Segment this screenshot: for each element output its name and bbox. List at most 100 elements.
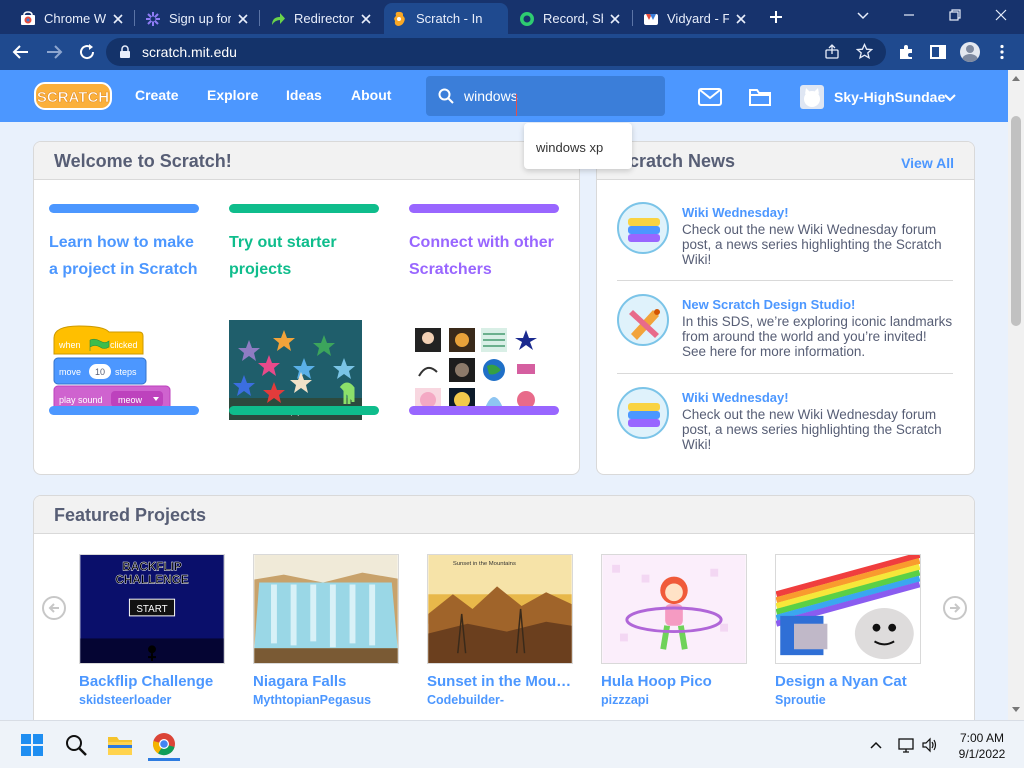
speaker-icon	[922, 737, 937, 753]
project-author[interactable]: MythtopianPegasus	[253, 693, 399, 707]
reload-button[interactable]	[75, 40, 99, 64]
project-author[interactable]: Codebuilder-	[427, 693, 573, 707]
forward-button[interactable]	[42, 40, 66, 64]
project-author[interactable]: skidsteerloader	[79, 693, 225, 707]
column-title[interactable]: Learn how to make a project in Scratch	[49, 229, 199, 283]
project-title[interactable]: Niagara Falls	[253, 673, 399, 690]
close-icon[interactable]	[235, 11, 251, 27]
column-title[interactable]: Try out starter projects	[229, 229, 379, 283]
scratch-logo[interactable]: SCRATCH	[34, 81, 112, 111]
minimize-button[interactable]	[886, 0, 932, 30]
project-title[interactable]: Hula Hoop Pico	[601, 673, 747, 690]
messages-icon[interactable]	[698, 86, 722, 108]
username[interactable]: Sky-HighSundae	[834, 89, 945, 105]
tab-chrome-web-store[interactable]: Chrome We	[12, 3, 134, 34]
news-item[interactable]: New Scratch Design Studio! In this SDS, …	[617, 292, 953, 382]
volume-button[interactable]	[918, 729, 942, 761]
project-thumbnail[interactable]: BACKFLIP CHALLENGE START	[79, 554, 225, 664]
taskbar-clock[interactable]: 7:00 AM 9/1/2022	[944, 730, 1020, 762]
arrow-left-icon	[48, 603, 59, 613]
column-bar	[409, 406, 559, 415]
chevron-up-icon	[870, 741, 882, 749]
start-button[interactable]	[16, 729, 48, 761]
project-card[interactable]: Niagara Falls MythtopianPegasus	[253, 554, 399, 707]
carousel-prev-button[interactable]	[42, 596, 66, 620]
scroll-down-arrow-icon[interactable]	[1012, 707, 1020, 712]
carousel-next-button[interactable]	[943, 596, 967, 620]
arrow-left-icon	[12, 45, 28, 59]
svg-text:START: START	[136, 604, 167, 615]
browser-toolbar: scratch.mit.edu	[0, 34, 1024, 70]
sea-creatures-illustration: Click the sea creatures to play the orch…	[229, 320, 362, 420]
tab-search-button[interactable]	[840, 0, 886, 30]
project-author[interactable]: pizzzapi	[601, 693, 747, 707]
news-item[interactable]: Wiki Wednesday! Check out the new Wiki W…	[617, 200, 953, 290]
taskbar-search-button[interactable]	[60, 729, 92, 761]
back-button[interactable]	[9, 40, 33, 64]
chrome-menu-button[interactable]	[990, 40, 1014, 64]
restore-button[interactable]	[932, 0, 978, 30]
file-explorer-button[interactable]	[104, 729, 136, 761]
tab-redirector[interactable]: Redirector	[262, 3, 382, 34]
scrollbar-thumb[interactable]	[1011, 116, 1021, 326]
project-thumbnail[interactable]	[253, 554, 399, 664]
chevron-down-icon[interactable]	[943, 90, 957, 104]
project-author[interactable]: Sproutie	[775, 693, 921, 707]
welcome-column-connect[interactable]: Connect with other Scratchers	[409, 204, 559, 415]
side-panel-button[interactable]	[926, 40, 950, 64]
close-icon[interactable]	[358, 11, 374, 27]
project-card[interactable]: Hula Hoop Pico pizzzapi	[601, 554, 747, 707]
extensions-button[interactable]	[894, 40, 918, 64]
welcome-column-tutorial[interactable]: Learn how to make a project in Scratch w…	[49, 204, 199, 415]
project-thumbnail[interactable]: Sunset in the Mountains	[427, 554, 573, 664]
svg-text:clicked: clicked	[110, 340, 138, 350]
tab-vidyard[interactable]: Vidyard - F	[635, 3, 757, 34]
tab-sign-up[interactable]: Sign up for	[137, 3, 259, 34]
tab-record[interactable]: Record, Sha	[511, 3, 631, 34]
news-item-title[interactable]: Wiki Wednesday!	[682, 390, 789, 405]
user-avatar[interactable]	[800, 85, 824, 109]
close-icon[interactable]	[110, 11, 126, 27]
star-icon[interactable]	[856, 43, 873, 60]
view-all-link[interactable]: View All	[901, 155, 954, 171]
nav-ideas-link[interactable]: Ideas	[286, 87, 322, 103]
share-icon[interactable]	[824, 44, 840, 60]
close-icon	[995, 9, 1007, 21]
close-icon[interactable]	[733, 11, 749, 27]
address-bar[interactable]: scratch.mit.edu	[106, 38, 886, 66]
search-suggestion[interactable]: windows xp	[524, 123, 632, 169]
scroll-up-arrow-icon[interactable]	[1012, 76, 1020, 81]
network-button[interactable]	[894, 729, 918, 761]
close-window-button[interactable]	[978, 0, 1024, 30]
search-input[interactable]	[464, 86, 654, 106]
my-stuff-folder-icon[interactable]	[748, 86, 772, 108]
nav-about-link[interactable]: About	[351, 87, 391, 103]
nav-explore-link[interactable]: Explore	[207, 87, 258, 103]
project-title[interactable]: Backflip Challenge	[79, 673, 225, 690]
project-card[interactable]: BACKFLIP CHALLENGE START Backflip Challe…	[79, 554, 225, 707]
column-title[interactable]: Connect with other Scratchers	[409, 229, 559, 283]
project-card[interactable]: Design a Nyan Cat Sproutie	[775, 552, 921, 707]
show-hidden-icons-button[interactable]	[864, 729, 888, 761]
project-thumbnail[interactable]	[601, 554, 747, 664]
news-item-title[interactable]: New Scratch Design Studio!	[682, 297, 855, 312]
tab-label: Redirector	[294, 11, 354, 26]
tab-label: Vidyard - F	[667, 11, 729, 26]
scratchers-avatars-illustration	[415, 328, 539, 412]
tab-scratch[interactable]: Scratch - In	[384, 3, 508, 34]
windows-taskbar: 7:00 AM 9/1/2022	[0, 720, 1024, 768]
project-title[interactable]: Design a Nyan Cat	[775, 673, 921, 690]
page-scrollbar[interactable]	[1008, 70, 1024, 720]
chrome-taskbar-button[interactable]	[148, 729, 180, 761]
project-title[interactable]: Sunset in the Mountains	[427, 673, 573, 690]
new-tab-button[interactable]	[764, 5, 788, 29]
svg-text:meow: meow	[118, 395, 143, 405]
nav-create-link[interactable]: Create	[135, 87, 179, 103]
close-icon[interactable]	[607, 11, 623, 27]
project-thumbnail[interactable]	[775, 552, 921, 664]
news-item-title[interactable]: Wiki Wednesday!	[682, 205, 789, 220]
profile-button[interactable]	[958, 40, 982, 64]
news-item[interactable]: Wiki Wednesday! Check out the new Wiki W…	[617, 385, 953, 474]
welcome-column-starter[interactable]: Try out starter projects Click the sea c…	[229, 204, 379, 420]
project-card[interactable]: Sunset in the Mountains Sunset in the Mo…	[427, 554, 573, 707]
